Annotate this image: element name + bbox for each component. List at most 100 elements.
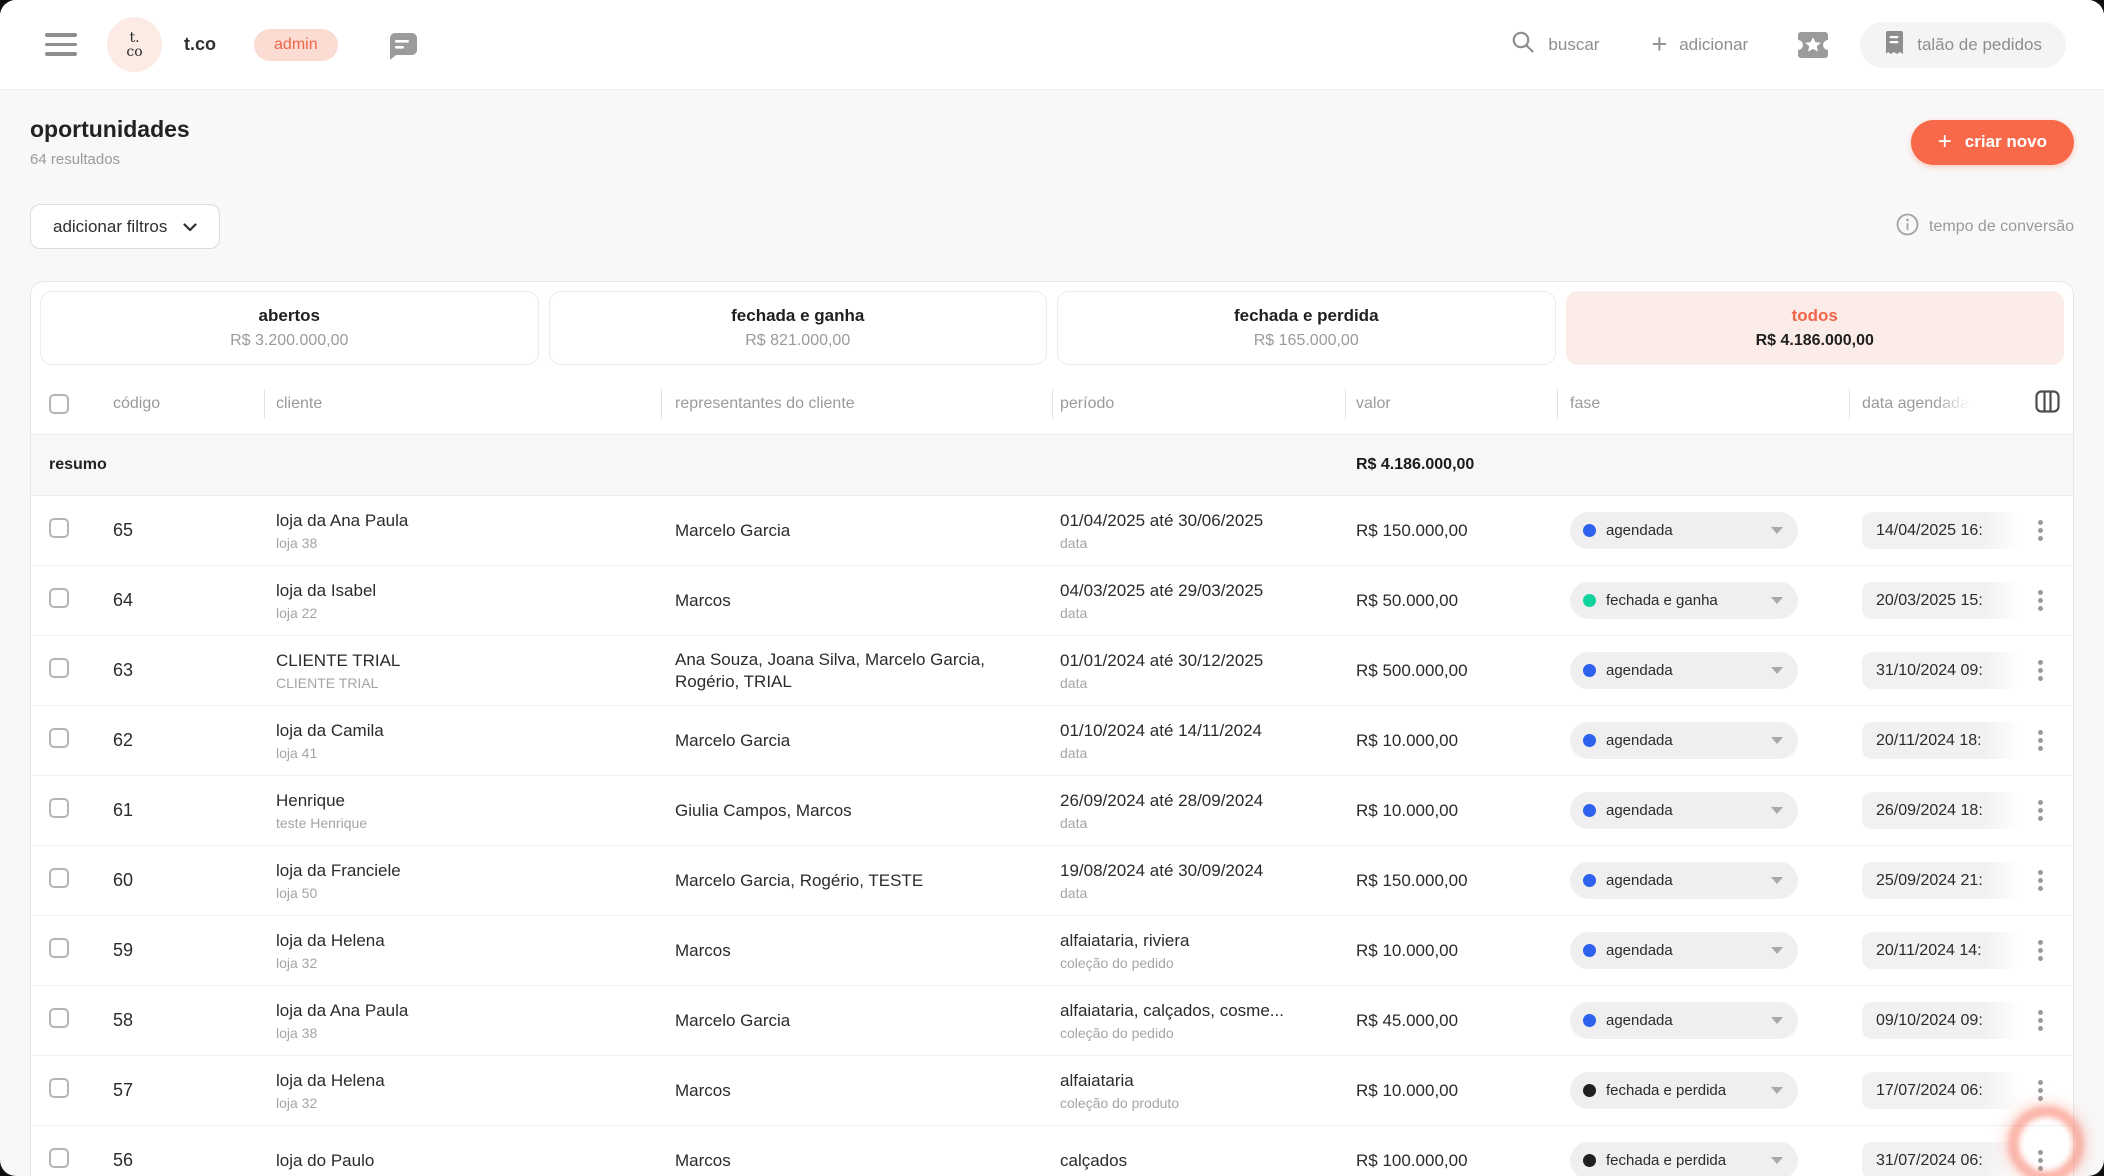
row-code: 60 xyxy=(111,870,264,891)
scheduled-date[interactable]: 26/09/2024 18: xyxy=(1862,792,2020,829)
star-ticket-icon[interactable] xyxy=(1796,30,1830,60)
row-menu-button[interactable] xyxy=(2034,726,2047,755)
phase-dropdown[interactable]: fechada e perdida xyxy=(1570,1072,1798,1109)
row-checkbox[interactable] xyxy=(49,1008,69,1028)
phase-dropdown[interactable]: agendada xyxy=(1570,792,1798,829)
menu-icon[interactable] xyxy=(45,33,77,56)
scheduled-date[interactable]: 14/04/2025 16: xyxy=(1862,512,2020,549)
chevron-down-icon xyxy=(1771,737,1783,744)
summary-row: resumo R$ 4.186.000,00 xyxy=(31,434,2073,496)
select-all-checkbox[interactable] xyxy=(49,394,69,414)
summary-card-label: todos xyxy=(1792,306,1838,326)
table-body: 65loja da Ana Paulaloja 38Marcelo Garcia… xyxy=(31,496,2073,1176)
scheduled-date[interactable]: 31/07/2024 06: xyxy=(1862,1142,2020,1176)
chat-icon[interactable] xyxy=(382,26,420,64)
summary-card-value: R$ 3.200.000,00 xyxy=(230,332,348,350)
phase-status-dot xyxy=(1583,804,1596,817)
phase-dropdown[interactable]: agendada xyxy=(1570,1002,1798,1039)
column-header-periodo[interactable]: período xyxy=(1052,374,1345,434)
row-menu-button[interactable] xyxy=(2034,1076,2047,1105)
phase-label: agendada xyxy=(1606,802,1761,819)
row-menu-button[interactable] xyxy=(2034,1006,2047,1035)
search-button[interactable]: buscar xyxy=(1510,29,1599,60)
chevron-down-icon xyxy=(1771,527,1783,534)
table-header: código cliente representantes do cliente… xyxy=(31,374,2073,434)
scheduled-date[interactable]: 31/10/2024 09: xyxy=(1862,652,2020,689)
row-menu-button[interactable] xyxy=(2034,936,2047,965)
phase-dropdown[interactable]: agendada xyxy=(1570,652,1798,689)
phase-status-dot xyxy=(1583,1014,1596,1027)
scheduled-date[interactable]: 25/09/2024 21: xyxy=(1862,862,2020,899)
phase-status-dot xyxy=(1583,524,1596,537)
column-header-representantes[interactable]: representantes do cliente xyxy=(661,374,1052,434)
conversion-time-toggle[interactable]: tempo de conversão xyxy=(1896,213,2074,241)
period-subtitle: data xyxy=(1060,746,1345,761)
scheduled-date[interactable]: 09/10/2024 09: xyxy=(1862,1002,2020,1039)
phase-dropdown[interactable]: agendada xyxy=(1570,512,1798,549)
summary-card-abertos[interactable]: abertos R$ 3.200.000,00 xyxy=(40,291,539,365)
client-name: Henrique xyxy=(276,790,661,811)
add-filters-dropdown[interactable]: adicionar filtros xyxy=(30,204,220,249)
scheduled-date-text: 14/04/2025 16: xyxy=(1876,522,1983,540)
logo-text-bottom: co xyxy=(126,45,142,59)
row-menu-button[interactable] xyxy=(2034,1146,2047,1175)
row-checkbox[interactable] xyxy=(49,798,69,818)
scheduled-date[interactable]: 20/03/2025 15: xyxy=(1862,582,2020,619)
scheduled-date[interactable]: 20/11/2024 14: xyxy=(1862,932,2020,969)
columns-config-icon[interactable] xyxy=(2034,388,2061,420)
phase-dropdown[interactable]: fechada e ganha xyxy=(1570,582,1798,619)
scheduled-date-text: 09/10/2024 09: xyxy=(1876,1012,1983,1030)
scheduled-date[interactable]: 20/11/2024 18: xyxy=(1862,722,2020,759)
row-checkbox[interactable] xyxy=(49,868,69,888)
brand-logo[interactable]: t. co xyxy=(107,17,162,72)
add-button[interactable]: + adicionar xyxy=(1651,31,1748,58)
phase-dropdown[interactable]: agendada xyxy=(1570,932,1798,969)
summary-card-todos[interactable]: todos R$ 4.186.000,00 xyxy=(1566,291,2065,365)
table-row: 62loja da Camilaloja 41Marcelo Garcia01/… xyxy=(31,706,2073,776)
order-pad-button[interactable]: talão de pedidos xyxy=(1860,22,2066,68)
client-name: loja da Helena xyxy=(276,930,661,951)
row-checkbox[interactable] xyxy=(49,588,69,608)
summary-card-fechada-e-ganha[interactable]: fechada e ganha R$ 821.000,00 xyxy=(549,291,1048,365)
row-menu-button[interactable] xyxy=(2034,516,2047,545)
row-checkbox[interactable] xyxy=(49,1148,69,1168)
phase-status-dot xyxy=(1583,1084,1596,1097)
column-header-data-agendada[interactable]: data agendada xyxy=(1862,395,1969,413)
row-checkbox[interactable] xyxy=(49,518,69,538)
plus-icon: + xyxy=(1651,31,1667,58)
client-representatives: Marcos xyxy=(661,1080,1006,1101)
period-value: 04/03/2025 até 29/03/2025 xyxy=(1060,580,1345,601)
row-menu-button[interactable] xyxy=(2034,656,2047,685)
column-header-valor[interactable]: valor xyxy=(1345,374,1557,434)
phase-dropdown[interactable]: agendada xyxy=(1570,722,1798,759)
column-header-codigo[interactable]: código xyxy=(111,374,264,434)
summary-card-label: fechada e perdida xyxy=(1234,306,1379,326)
chevron-down-icon xyxy=(1771,667,1783,674)
column-header-fase[interactable]: fase xyxy=(1557,374,1849,434)
phase-label: agendada xyxy=(1606,872,1761,889)
chevron-down-icon xyxy=(1771,877,1783,884)
row-checkbox[interactable] xyxy=(49,1078,69,1098)
create-new-button[interactable]: + criar novo xyxy=(1911,120,2074,165)
client-subtitle: loja 32 xyxy=(276,956,661,971)
client-subtitle: loja 38 xyxy=(276,536,661,551)
row-checkbox[interactable] xyxy=(49,658,69,678)
client-representatives: Marcelo Garcia, Rogério, TESTE xyxy=(661,870,1006,891)
row-checkbox[interactable] xyxy=(49,938,69,958)
row-menu-button[interactable] xyxy=(2034,866,2047,895)
scheduled-date[interactable]: 17/07/2024 06: xyxy=(1862,1072,2020,1109)
phase-dropdown[interactable]: fechada e perdida xyxy=(1570,1142,1798,1176)
phase-dropdown[interactable]: agendada xyxy=(1570,862,1798,899)
row-checkbox[interactable] xyxy=(49,728,69,748)
column-header-cliente[interactable]: cliente xyxy=(264,374,661,434)
row-menu-button[interactable] xyxy=(2034,796,2047,825)
phase-status-dot xyxy=(1583,594,1596,607)
table-row: 60loja da Francieleloja 50Marcelo Garcia… xyxy=(31,846,2073,916)
client-representatives: Marcos xyxy=(661,940,1006,961)
row-code: 62 xyxy=(111,730,264,751)
period-subtitle: data xyxy=(1060,536,1345,551)
period-value: 01/10/2024 até 14/11/2024 xyxy=(1060,720,1345,741)
summary-card-fechada-e-perdida[interactable]: fechada e perdida R$ 165.000,00 xyxy=(1057,291,1556,365)
row-menu-button[interactable] xyxy=(2034,586,2047,615)
opportunity-value: R$ 150.000,00 xyxy=(1345,521,1557,541)
